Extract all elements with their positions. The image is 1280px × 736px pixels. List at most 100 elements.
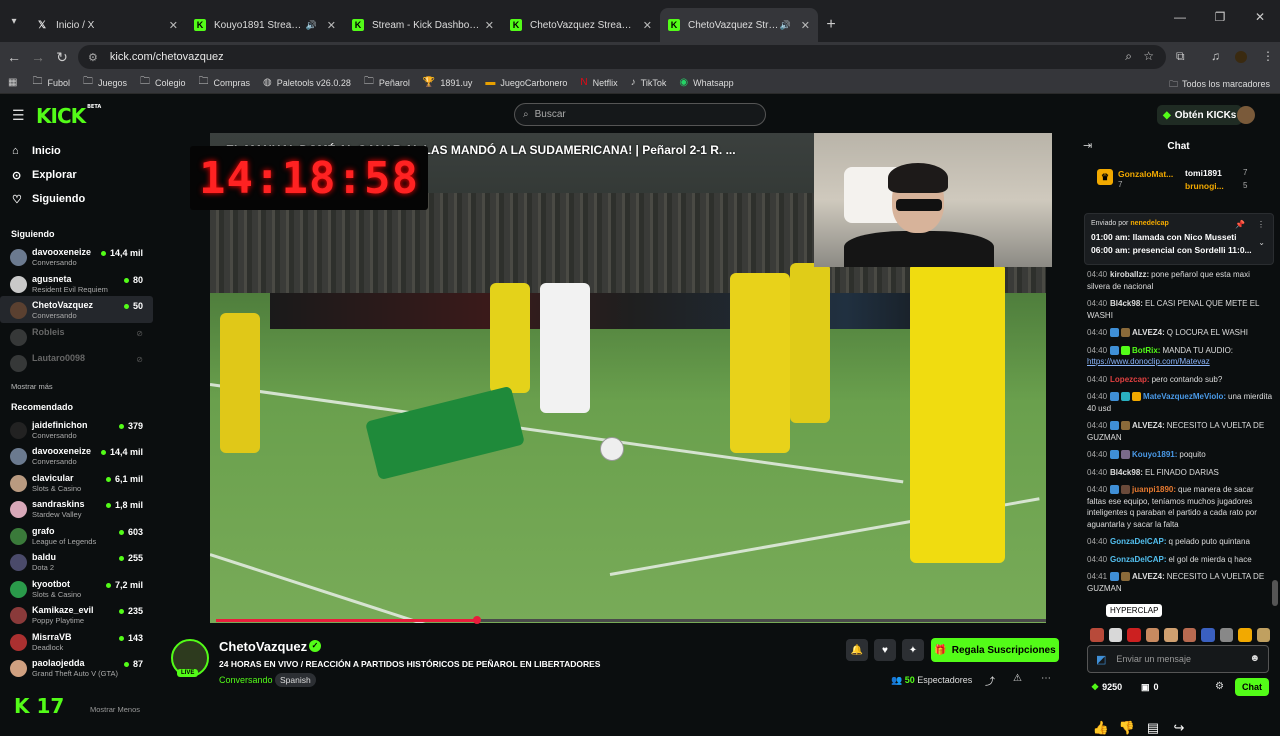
message-user[interactable]: BotRix: (1132, 346, 1160, 355)
message-user[interactable]: Bl4ck98: (1110, 299, 1143, 308)
close-tab-icon[interactable]: ✕ (327, 19, 336, 32)
close-tab-icon[interactable]: ✕ (485, 19, 494, 32)
page-scrollbar[interactable] (1272, 580, 1278, 606)
bookmark-item[interactable]: ▬ JuegoCarbonero (485, 74, 567, 91)
zoom-icon[interactable]: ⌕ (1125, 49, 1132, 64)
apps-grid-icon[interactable]: ▦ (8, 77, 22, 88)
chat-input[interactable]: ◩ Enviar un mensaje ☻ (1087, 645, 1269, 673)
message-link[interactable]: https://www.donoclip.com/Matevaz (1087, 357, 1210, 366)
user-avatar[interactable] (1237, 106, 1255, 124)
bookmark-item[interactable]: ♪ TikTok (631, 74, 667, 91)
channel-item[interactable]: kyootbot Slots & Casino 7,2 mil (0, 575, 153, 602)
comment-icon[interactable]: ▤ (1140, 720, 1166, 736)
show-more-link[interactable]: Mostrar más (0, 376, 153, 398)
browser-tab[interactable]: K Kouyo1891 Stream - Watch🔊 ✕ (186, 8, 344, 42)
message-user[interactable]: kiroballzz: (1110, 270, 1149, 279)
emote[interactable] (1127, 628, 1141, 642)
bookmark-item[interactable]: 🗀 Fubol (32, 74, 70, 91)
channel-item[interactable]: ChetoVazquez Conversando 50 (0, 296, 153, 323)
minimize-icon[interactable]: — (1160, 0, 1200, 34)
browser-tab[interactable]: K ChetoVazquez Stream - Kick Da ✕ (502, 8, 660, 42)
hamburger-menu-icon[interactable]: ☰ (12, 107, 25, 124)
emoji-icon[interactable]: ☻ (1249, 653, 1260, 664)
get-kicks-button[interactable]: ◆ Obtén KICKs (1157, 105, 1243, 125)
forward-icon[interactable]: → (26, 49, 50, 65)
message-user[interactable]: ALVEZ4: (1132, 572, 1165, 581)
channel-item[interactable]: Kamikaze_evil Poppy Playtime 235 (0, 601, 153, 628)
emote[interactable] (1238, 628, 1252, 642)
channel-item[interactable]: baldu Dota 2 255 (0, 548, 153, 575)
follow-heart-icon[interactable]: ♥ (874, 639, 896, 661)
sidebar-nav-inicio[interactable]: ⌂ Inicio (0, 139, 153, 163)
pin-icon[interactable]: 📌 (1235, 220, 1245, 229)
speaker-icon[interactable]: 🔊 (780, 20, 791, 31)
speaker-icon[interactable]: 🔊 (306, 20, 317, 31)
subs-count[interactable]: ▣ 0 (1141, 682, 1159, 693)
channel-item[interactable]: davooxeneize Conversando 14,4 mil (0, 243, 153, 270)
message-user[interactable]: Bl4ck98: (1110, 468, 1143, 477)
message-user[interactable]: Kouyo1891: (1132, 450, 1177, 459)
emote[interactable] (1164, 628, 1178, 642)
search-input[interactable]: ⌕ Buscar (514, 103, 766, 126)
bookmark-item[interactable]: 🗀 Compras (199, 74, 251, 91)
pinned-menu-icon[interactable]: ⋮ (1257, 220, 1265, 229)
emote[interactable] (1219, 628, 1233, 642)
sidebar-nav-explorar[interactable]: ⊙ Explorar (0, 163, 153, 187)
menu-kebab-icon[interactable]: ⋮ (1262, 49, 1274, 63)
channel-item[interactable]: agusneta Resident Evil Requiem 80 (0, 270, 153, 297)
message-user[interactable]: GonzaDelCAP: (1110, 555, 1166, 564)
bookmark-item[interactable]: ◍ Paletools v26.0.28 (263, 74, 351, 91)
browser-tab[interactable]: K Stream - Kick Dashboard ✕ (344, 8, 502, 42)
channel-item[interactable]: MisrraVB Deadlock 143 (0, 628, 153, 655)
show-less-link[interactable]: Mostrar Menos (90, 705, 140, 714)
emote[interactable] (1182, 628, 1196, 642)
message-user[interactable]: ALVEZ4: (1132, 421, 1165, 430)
bookmark-item[interactable]: 🗀 Juegos (83, 74, 127, 91)
dislike-icon[interactable]: 👎 (1114, 720, 1140, 736)
more-options-icon[interactable]: ⋯ (1041, 673, 1051, 684)
message-user[interactable]: ALVEZ4: (1132, 328, 1165, 337)
new-tab-button[interactable]: + (818, 8, 844, 42)
maximize-icon[interactable]: ❐ (1200, 0, 1240, 34)
emote[interactable] (1256, 628, 1270, 642)
reload-icon[interactable]: ↻ (50, 49, 74, 66)
emote[interactable] (1145, 628, 1159, 642)
url-bar[interactable]: ⚙ kick.com/chetovazquez ⌕ ☆ (78, 45, 1166, 69)
channel-item[interactable]: davooxeneize Conversando 14,4 mil (0, 442, 153, 469)
message-user[interactable]: juanpi1890: (1132, 485, 1176, 494)
language-tag[interactable]: Spanish (275, 673, 316, 687)
leaderboard-name[interactable]: GonzaloMat... (1118, 169, 1173, 179)
message-user[interactable]: GonzaDelCAP: (1110, 537, 1166, 546)
profile-avatar[interactable] (1235, 51, 1247, 63)
close-tab-icon[interactable]: ✕ (801, 19, 810, 32)
gift-subs-button[interactable]: 🎁 Regala Suscripciones (931, 638, 1059, 662)
tab-search-icon[interactable]: ▾ (0, 0, 28, 42)
close-tab-icon[interactable]: ✕ (169, 19, 178, 32)
close-tab-icon[interactable]: ✕ (643, 19, 652, 32)
kick-points[interactable]: ❖ 9250 (1091, 682, 1122, 693)
bookmark-item[interactable]: 🏆 1891.uy (423, 74, 472, 91)
channel-item[interactable]: Lautaro0098 ⊘ (0, 349, 153, 376)
sidebar-nav-siguiendo[interactable]: ♡ Siguiendo (0, 187, 153, 211)
notification-bell-icon[interactable]: 🔔 (846, 639, 868, 661)
message-user[interactable]: MateVazquezMeViolo: (1143, 392, 1226, 401)
browser-tab[interactable]: 𝕏 Inicio / X ✕ (28, 8, 186, 42)
bookmark-item[interactable]: 🗀 Peñarol (364, 74, 410, 91)
sparkle-icon[interactable]: ✦ (902, 639, 924, 661)
site-info-icon[interactable]: ⚙ (88, 51, 98, 64)
bookmark-star-icon[interactable]: ☆ (1143, 49, 1154, 63)
leaderboard-name[interactable]: brunogi... (1185, 181, 1224, 191)
channel-item[interactable]: Robleis ⊘ (0, 323, 153, 350)
close-window-icon[interactable]: ✕ (1240, 0, 1280, 34)
channel-item[interactable]: sandraskins Stardew Valley 1,8 mil (0, 495, 153, 522)
bookmark-item[interactable]: ◉ Whatsapp (679, 74, 733, 91)
emote[interactable] (1201, 628, 1215, 642)
emote[interactable] (1108, 628, 1122, 642)
bookmark-item[interactable]: 🗀 Colegio (140, 74, 186, 91)
pinned-message[interactable]: Enviado por nenedelcap 📌 ⋮ ⌄ 01:00 am: l… (1084, 213, 1274, 265)
send-chat-button[interactable]: Chat (1235, 678, 1269, 696)
channel-item[interactable]: clavicular Slots & Casino 6,1 mil (0, 469, 153, 496)
browser-tab[interactable]: K ChetoVazquez Stream - Wa🔊 ✕ (660, 8, 818, 42)
streamer-name[interactable]: ChetoVazquez (219, 639, 307, 654)
leaderboard-name[interactable]: tomi1891 (1185, 168, 1222, 178)
